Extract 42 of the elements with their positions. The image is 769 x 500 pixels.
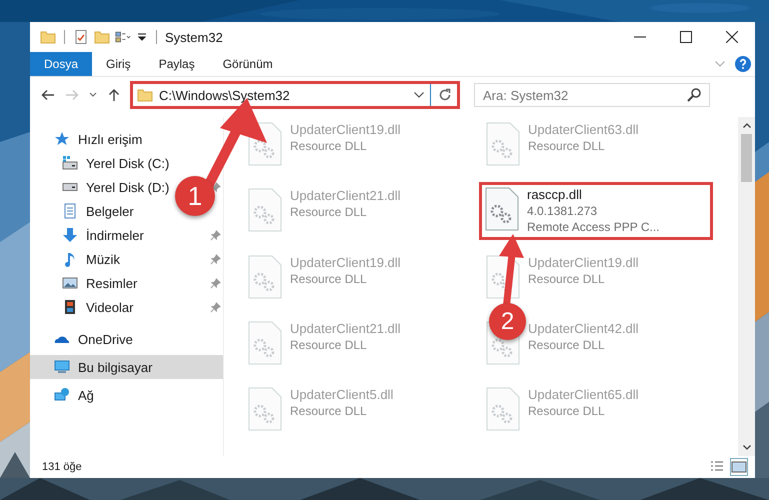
sidebar-item[interactable]: Belgeler <box>30 199 138 223</box>
sidebar-item[interactable]: Bu bilgisayar <box>30 355 223 379</box>
file-detail: Resource DLL <box>528 337 606 353</box>
file-detail: Resource DLL <box>290 138 368 154</box>
file-name: UpdaterClient5.dll <box>290 387 394 403</box>
file-name: UpdaterClient42.dll <box>528 321 639 337</box>
file-detail: Resource DLL <box>290 204 368 220</box>
file-name: UpdaterClient19.dll <box>290 122 401 138</box>
file-detail: Resource DLL <box>528 138 606 154</box>
file-name: UpdaterClient65.dll <box>528 387 639 403</box>
file-name: UpdaterClient19.dll <box>528 255 639 271</box>
ribbon-tab[interactable]: Paylaş <box>144 52 209 76</box>
file-detail: Remote Access PPP C... <box>527 219 660 235</box>
file-detail: Resource DLL <box>528 403 606 419</box>
file-detail: Resource DLL <box>290 403 368 419</box>
search-field[interactable]: Ara: System32 <box>474 83 710 107</box>
sidebar-item[interactable]: Resimler <box>30 271 142 295</box>
ribbon-tab[interactable]: Dosya <box>30 52 92 76</box>
file-detail: Resource DLL <box>290 337 368 353</box>
window-title: System32 <box>165 30 223 44</box>
item-count: 131 öğe <box>42 461 82 473</box>
file-detail: 4.0.1381.273 <box>527 203 598 219</box>
address-bar[interactable]: C:\Windows\System32 <box>130 81 460 109</box>
file-name: UpdaterClient21.dll <box>290 188 401 204</box>
file-detail: Resource DLL <box>528 271 606 287</box>
file-item[interactable]: rasccp.dll 4.0.1381.273 Remote Access PPP C... <box>479 182 713 240</box>
ribbon-tab[interactable]: Giriş <box>92 52 145 76</box>
sidebar-item[interactable]: Hızlı erişim <box>30 127 146 151</box>
sidebar-item[interactable]: Videolar <box>30 295 138 319</box>
file-name: UpdaterClient19.dll <box>290 255 401 271</box>
file-detail: Resource DLL <box>290 271 368 287</box>
sidebar-item[interactable]: Yerel Disk (C:) <box>30 151 174 175</box>
sidebar-item[interactable]: Ağ <box>30 383 98 407</box>
sidebar-item[interactable]: Müzik <box>30 247 124 271</box>
file-name: UpdaterClient63.dll <box>528 122 639 138</box>
sidebar-item[interactable]: İndirmeler <box>30 223 148 247</box>
sidebar-item[interactable]: OneDrive <box>30 327 137 351</box>
ribbon-tab[interactable]: Görünüm <box>208 52 287 76</box>
sidebar-item[interactable]: Yerel Disk (D:) <box>30 175 174 199</box>
file-name: UpdaterClient21.dll <box>290 321 401 337</box>
file-name: rasccp.dll <box>527 187 583 203</box>
address-path: C:\Windows\System32 <box>159 88 291 102</box>
